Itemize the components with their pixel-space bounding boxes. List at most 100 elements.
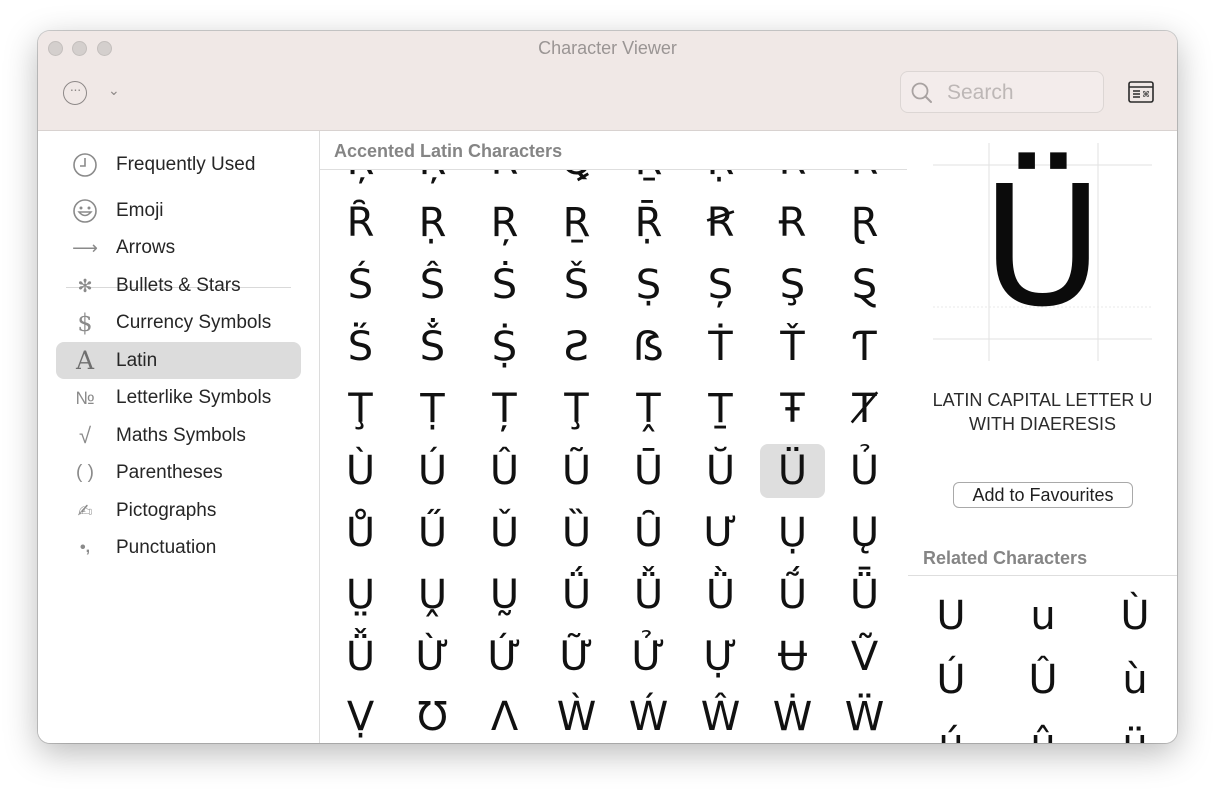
character-cell[interactable]: Ṹ xyxy=(760,568,825,622)
character-cell[interactable]: Ṩ xyxy=(472,320,537,374)
character-cell[interactable]: Ů xyxy=(328,506,393,560)
character-cell[interactable]: Ṳ xyxy=(328,568,393,622)
character-cell[interactable]: Ṝ xyxy=(616,196,681,250)
character-cell[interactable]: Ṥ xyxy=(328,320,393,374)
character-cell[interactable]: Ƨ xyxy=(544,320,609,374)
character-cell[interactable]: Ş xyxy=(760,258,825,312)
character-cell[interactable]: Ș xyxy=(688,258,753,312)
sidebar-item-punctuation[interactable]: •, Punctuation xyxy=(56,529,301,566)
character-cell[interactable]: Ȓ xyxy=(832,170,897,188)
character-cell[interactable]: Ŗ xyxy=(472,196,537,250)
sidebar-item-bullets-stars[interactable]: ✻ Bullets & Stars xyxy=(56,267,301,304)
character-cell[interactable]: Ŝ xyxy=(400,258,465,312)
related-character[interactable]: û xyxy=(1008,714,1078,743)
character-cell[interactable]: Ứ xyxy=(472,630,537,684)
character-cell[interactable]: Ʉ xyxy=(760,630,825,684)
character-cell[interactable]: ẞ xyxy=(616,320,681,374)
character-cell[interactable]: Ȗ xyxy=(616,506,681,560)
character-cell[interactable]: Ṡ xyxy=(472,258,537,312)
character-cell[interactable]: Ú xyxy=(400,444,465,498)
character-cell[interactable]: Ŧ xyxy=(760,382,825,436)
sidebar-item-maths-symbols[interactable]: √ Maths Symbols xyxy=(56,417,301,454)
character-cell[interactable]: Ⱦ xyxy=(832,382,897,436)
character-cell[interactable]: Ṛ xyxy=(688,170,753,188)
character-cell[interactable]: Ƭ xyxy=(832,320,897,374)
character-cell[interactable]: Ǘ xyxy=(544,568,609,622)
character-cell[interactable]: Ŗ xyxy=(400,170,465,188)
character-cell[interactable]: Ř xyxy=(760,170,825,188)
sidebar-item-frequently-used[interactable]: Frequently Used xyxy=(56,146,301,183)
character-cell[interactable]: Ṛ xyxy=(400,196,465,250)
related-character[interactable]: ù xyxy=(1100,650,1170,710)
character-cell[interactable]: Ȕ xyxy=(544,506,609,560)
character-cell[interactable]: Ṵ xyxy=(472,568,537,622)
related-character[interactable]: u xyxy=(1008,586,1078,646)
character-cell[interactable]: Ẁ xyxy=(544,690,609,743)
character-cell[interactable]: Ū xyxy=(616,444,681,498)
character-cell[interactable]: Ǚ xyxy=(616,568,681,622)
character-cell[interactable]: Ꝗ xyxy=(544,170,609,188)
sidebar-item-arrows[interactable]: ⟶ Arrows xyxy=(56,229,301,266)
sidebar-item-pictographs[interactable]: ✍ Pictographs xyxy=(56,492,301,529)
related-character[interactable]: ü xyxy=(1100,714,1170,743)
character-cell[interactable]: Ť xyxy=(760,320,825,374)
character-cell[interactable]: Ṱ xyxy=(616,382,681,436)
character-cell[interactable]: Ʌ xyxy=(472,690,537,743)
character-cell[interactable]: Ử xyxy=(616,630,681,684)
character-cell[interactable]: Ɍ xyxy=(760,196,825,250)
character-cell[interactable]: Ṷ xyxy=(400,568,465,622)
character-cell[interactable]: Ṧ xyxy=(400,320,465,374)
character-cell[interactable]: Ṟ xyxy=(544,196,609,250)
character-cell[interactable]: Ț xyxy=(472,382,537,436)
sidebar-item-latin[interactable]: A Latin xyxy=(56,342,301,379)
character-cell[interactable]: Ṯ xyxy=(688,382,753,436)
related-character[interactable]: Û xyxy=(1008,650,1078,710)
related-character[interactable]: Ù xyxy=(1100,586,1170,646)
character-cell[interactable]: Ủ xyxy=(832,444,897,498)
character-cell[interactable]: Ư xyxy=(688,506,753,560)
character-cell[interactable]: Ụ xyxy=(760,506,825,560)
character-cell[interactable]: Ǚ xyxy=(328,630,393,684)
character-cell[interactable]: Š xyxy=(544,258,609,312)
character-cell[interactable]: Ừ xyxy=(400,630,465,684)
character-cell[interactable]: Ǔ xyxy=(472,506,537,560)
character-cell[interactable]: Ɽ xyxy=(832,196,897,250)
character-cell[interactable]: Ü xyxy=(760,444,825,498)
add-to-favourites-button[interactable]: Add to Favourites xyxy=(953,482,1133,508)
character-cell[interactable]: Ȓ xyxy=(328,196,393,250)
search-input[interactable] xyxy=(945,79,1099,107)
character-cell[interactable]: Ǖ xyxy=(832,568,897,622)
sidebar-item-parentheses[interactable]: ( ) Parentheses xyxy=(56,454,301,491)
character-cell[interactable]: Ṭ xyxy=(400,382,465,436)
character-cell[interactable]: Ự xyxy=(688,630,753,684)
character-cell[interactable]: Ṟ xyxy=(616,170,681,188)
character-cell[interactable]: Ű xyxy=(400,506,465,560)
character-grid[interactable]: ŖŖṘꝖṞṚŘȒȒṚŖṞṜꞦɌⱤŚŜṠŠṢȘŞⱾṤṦṨƧẞṪŤƬŢṬȚŢṰṮŦȾ… xyxy=(320,170,907,743)
sidebar-item-currency-symbols[interactable]: $ Currency Symbols xyxy=(56,304,301,341)
character-cell[interactable]: Ǜ xyxy=(688,568,753,622)
keyboard-viewer-icon[interactable]: ⌘ xyxy=(1128,81,1154,103)
character-cell[interactable]: Ȿ xyxy=(832,258,897,312)
character-cell[interactable]: Ũ xyxy=(544,444,609,498)
related-character[interactable]: ú xyxy=(916,714,986,743)
character-cell[interactable]: Ʊ xyxy=(400,690,465,743)
character-cell[interactable]: Ẇ xyxy=(760,690,825,743)
character-cell[interactable]: Ẃ xyxy=(616,690,681,743)
character-cell[interactable]: Ŭ xyxy=(688,444,753,498)
character-cell[interactable]: Ś xyxy=(328,258,393,312)
chevron-down-icon[interactable]: ⌄ xyxy=(108,82,120,99)
character-cell[interactable]: Ẅ xyxy=(832,690,897,743)
character-cell[interactable]: Ŗ xyxy=(328,170,393,188)
character-cell[interactable]: Ţ xyxy=(544,382,609,436)
character-cell[interactable]: Ţ xyxy=(328,382,393,436)
character-cell[interactable]: Ṙ xyxy=(472,170,537,188)
character-cell[interactable]: Ꞧ xyxy=(688,196,753,250)
sidebar-item-emoji[interactable]: Emoji xyxy=(56,192,301,229)
character-cell[interactable]: Ų xyxy=(832,506,897,560)
character-cell[interactable]: Ṣ xyxy=(616,258,681,312)
related-character[interactable]: Ú xyxy=(916,650,986,710)
character-cell[interactable]: Ṽ xyxy=(832,630,897,684)
character-cell[interactable]: Ṿ xyxy=(328,690,393,743)
character-cell[interactable]: Ữ xyxy=(544,630,609,684)
search-field[interactable] xyxy=(900,71,1104,113)
